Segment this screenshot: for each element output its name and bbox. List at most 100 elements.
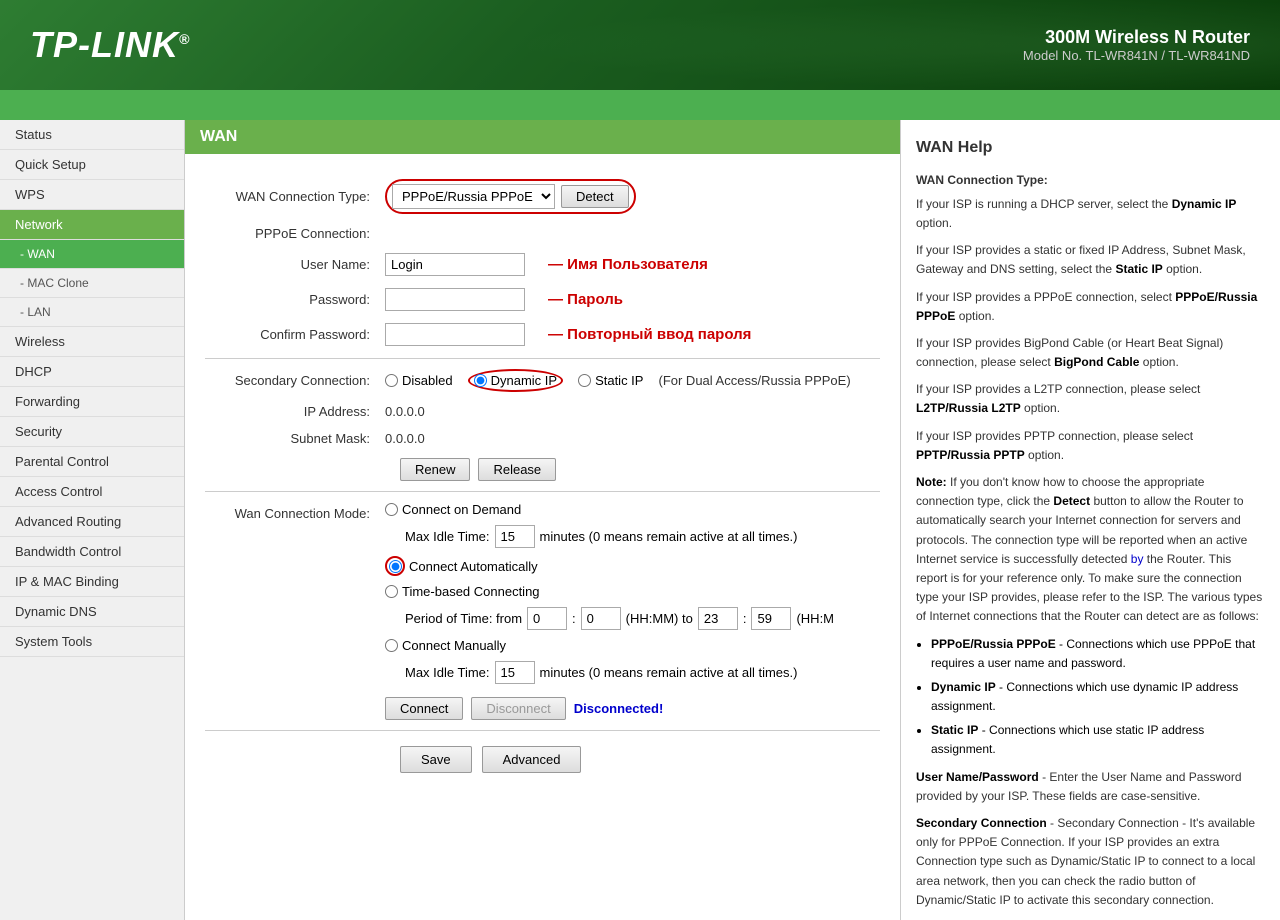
sidebar-item-wireless[interactable]: Wireless <box>0 327 184 357</box>
mode-demand[interactable]: Connect on Demand <box>385 502 834 517</box>
time-to-h[interactable] <box>698 607 738 630</box>
radio-dynamic-ip[interactable]: Dynamic IP <box>468 369 563 392</box>
connection-type-annotated: PPPoE/Russia PPPoE Detect <box>385 179 636 214</box>
sidebar-item-mac-clone[interactable]: - MAC Clone <box>0 269 184 298</box>
content-area: WAN Connection Type: PPPoE/Russia PPPoE … <box>185 169 900 798</box>
release-button[interactable]: Release <box>478 458 556 481</box>
password-annotation: — Пароль <box>548 291 623 308</box>
help-connection-type-subtitle: WAN Connection Type: <box>916 171 1265 190</box>
help-p4: If your ISP provides BigPond Cable (or H… <box>916 334 1265 372</box>
router-info: 300M Wireless N Router Model No. TL-WR84… <box>1023 27 1250 63</box>
advanced-button[interactable]: Advanced <box>482 746 582 773</box>
sidebar-item-status[interactable]: Status <box>0 120 184 150</box>
time-from-m[interactable] <box>581 607 621 630</box>
mode-auto-highlight <box>385 556 405 576</box>
mode-auto-label: Connect Automatically <box>409 559 538 574</box>
max-idle-input-2[interactable] <box>495 661 535 684</box>
help-secondary: Secondary Connection - Secondary Connect… <box>916 814 1265 910</box>
password-control: — Пароль <box>385 288 623 311</box>
mode-time-input[interactable] <box>385 585 398 598</box>
max-idle-note-1: minutes (0 means remain active at all ti… <box>540 529 798 544</box>
sidebar-item-wan[interactable]: - WAN <box>0 240 184 269</box>
help-p1: If your ISP is running a DHCP server, se… <box>916 195 1265 233</box>
max-idle-input-1[interactable] <box>495 525 535 548</box>
max-idle-note-2: minutes (0 means remain active at all ti… <box>540 665 798 680</box>
time-from-h[interactable] <box>527 607 567 630</box>
pppoe-connection-row: PPPoE Connection: <box>205 226 880 241</box>
subnet-label: Subnet Mask: <box>205 431 385 446</box>
sidebar-item-parental-control[interactable]: Parental Control <box>0 447 184 477</box>
time-to-m[interactable] <box>751 607 791 630</box>
connect-disconnect-row: Connect Disconnect Disconnected! <box>385 697 834 720</box>
mode-manually[interactable]: Connect Manually <box>385 638 834 653</box>
help-bullet-3: Static IP - Connections which use static… <box>931 721 1265 759</box>
username-control: — Имя Пользователя <box>385 253 708 276</box>
sidebar-item-bandwidth-control[interactable]: Bandwidth Control <box>0 537 184 567</box>
sidebar-item-network[interactable]: Network <box>0 210 184 240</box>
max-idle-row-2: Max Idle Time: minutes (0 means remain a… <box>405 661 834 684</box>
connection-type-label: WAN Connection Type: <box>205 189 385 204</box>
disconnect-button[interactable]: Disconnect <box>471 697 565 720</box>
radio-dynamic-ip-label: Dynamic IP <box>491 373 557 388</box>
sidebar-item-system-tools[interactable]: System Tools <box>0 627 184 657</box>
username-input[interactable] <box>385 253 525 276</box>
username-row: User Name: — Имя Пользователя <box>205 253 880 276</box>
password-label: Password: <box>205 292 385 307</box>
mode-demand-input[interactable] <box>385 503 398 516</box>
sidebar-item-security[interactable]: Security <box>0 417 184 447</box>
radio-disabled-input[interactable] <box>385 374 398 387</box>
ip-label: IP Address: <box>205 404 385 419</box>
password-input[interactable] <box>385 288 525 311</box>
sidebar-item-ip-mac-binding[interactable]: IP & MAC Binding <box>0 567 184 597</box>
ip-value: 0.0.0.0 <box>385 404 425 419</box>
detect-button[interactable]: Detect <box>561 185 629 208</box>
header: TP-LINK® 300M Wireless N Router Model No… <box>0 0 1280 90</box>
max-idle-label-1: Max Idle Time: <box>405 529 490 544</box>
sidebar-item-quick-setup[interactable]: Quick Setup <box>0 150 184 180</box>
radio-static-ip-input[interactable] <box>578 374 591 387</box>
confirm-password-input[interactable] <box>385 323 525 346</box>
save-button[interactable]: Save <box>400 746 472 773</box>
mode-auto-input[interactable] <box>389 560 402 573</box>
sidebar-item-dhcp[interactable]: DHCP <box>0 357 184 387</box>
help-note: Note: If you don't know how to choose th… <box>916 473 1265 627</box>
status-text: Disconnected! <box>574 701 664 716</box>
confirm-password-control: — Повторный ввод пароля <box>385 323 751 346</box>
radio-static-ip[interactable]: Static IP <box>578 373 643 388</box>
pppoe-label: PPPoE Connection: <box>205 226 385 241</box>
colon-1: : <box>572 611 576 626</box>
connection-type-select[interactable]: PPPoE/Russia PPPoE <box>392 184 555 209</box>
help-panel: WAN Help WAN Connection Type: If your IS… <box>900 120 1280 920</box>
connect-button[interactable]: Connect <box>385 697 463 720</box>
radio-disabled[interactable]: Disabled <box>385 373 453 388</box>
mode-demand-label: Connect on Demand <box>402 502 521 517</box>
subnet-row: Subnet Mask: 0.0.0.0 <box>205 431 880 446</box>
help-p2: If your ISP provides a static or fixed I… <box>916 241 1265 279</box>
sidebar-item-advanced-routing[interactable]: Advanced Routing <box>0 507 184 537</box>
sidebar-item-lan[interactable]: - LAN <box>0 298 184 327</box>
sidebar-item-forwarding[interactable]: Forwarding <box>0 387 184 417</box>
radio-dynamic-ip-input[interactable] <box>474 374 487 387</box>
help-title: WAN Help <box>916 135 1265 161</box>
secondary-connection-row: Secondary Connection: Disabled Dynamic I… <box>205 369 880 392</box>
radio-static-ip-label: Static IP <box>595 373 643 388</box>
sidebar: Status Quick Setup WPS Network - WAN - M… <box>0 120 185 920</box>
divider-2 <box>205 491 880 492</box>
max-idle-row-1: Max Idle Time: minutes (0 means remain a… <box>405 525 834 548</box>
subnet-value: 0.0.0.0 <box>385 431 425 446</box>
renew-button[interactable]: Renew <box>400 458 470 481</box>
wan-mode-label: Wan Connection Mode: <box>205 502 385 521</box>
mode-manually-label: Connect Manually <box>402 638 506 653</box>
sidebar-item-access-control[interactable]: Access Control <box>0 477 184 507</box>
period-label: Period of Time: from <box>405 611 522 626</box>
sidebar-item-wps[interactable]: WPS <box>0 180 184 210</box>
help-p6: If your ISP provides PPTP connection, pl… <box>916 427 1265 465</box>
connection-type-control: PPPoE/Russia PPPoE Detect <box>385 179 636 214</box>
username-annotation: — Имя Пользователя <box>548 256 708 273</box>
mode-time-based[interactable]: Time-based Connecting <box>385 584 834 599</box>
confirm-password-label: Confirm Password: <box>205 327 385 342</box>
mode-manually-input[interactable] <box>385 639 398 652</box>
divider-1 <box>205 358 880 359</box>
sidebar-item-dynamic-dns[interactable]: Dynamic DNS <box>0 597 184 627</box>
secondary-note: (For Dual Access/Russia PPPoE) <box>658 373 850 388</box>
